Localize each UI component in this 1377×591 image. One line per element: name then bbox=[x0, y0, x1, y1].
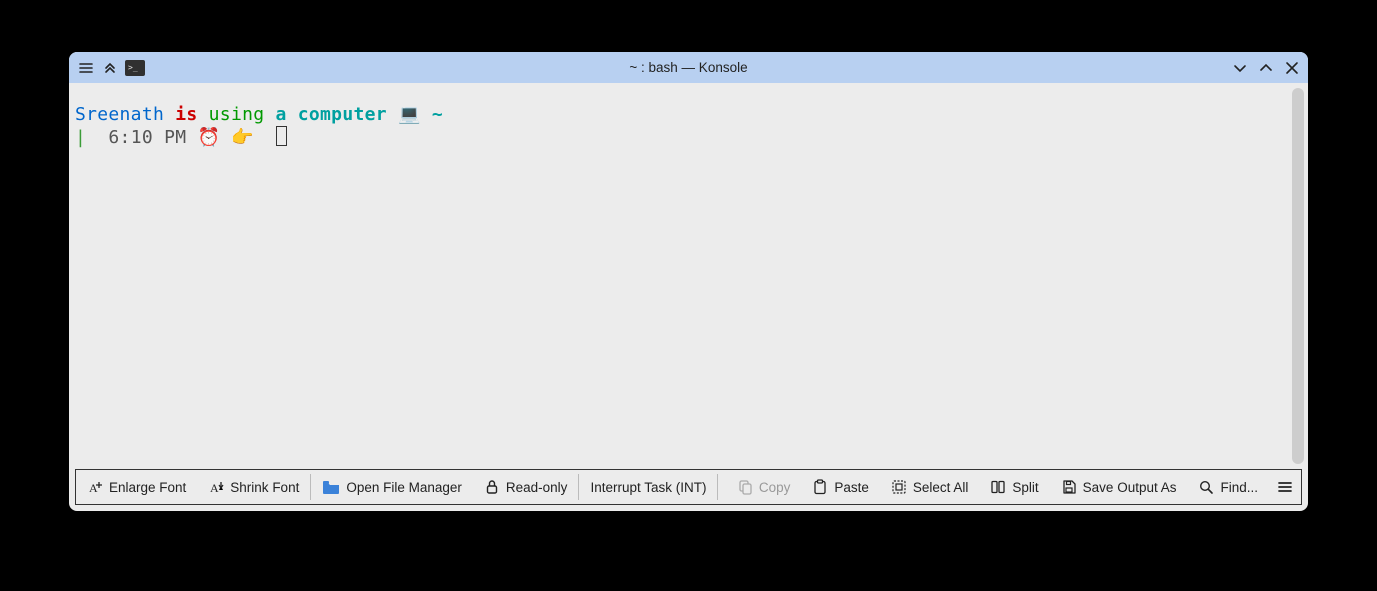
app-menu-button[interactable] bbox=[77, 59, 95, 77]
toolbar-spacer bbox=[718, 470, 725, 504]
app-icon: >_ bbox=[125, 60, 145, 76]
copy-icon bbox=[737, 479, 753, 495]
minimize-button[interactable] bbox=[1232, 60, 1248, 76]
toolbar-label: Select All bbox=[913, 480, 969, 495]
open-file-manager-button[interactable]: Open File Manager bbox=[311, 470, 473, 504]
close-button[interactable] bbox=[1284, 60, 1300, 76]
toolbar-label: Paste bbox=[834, 480, 869, 495]
toolbar-label: Save Output As bbox=[1083, 480, 1177, 495]
bottom-toolbar: A Enlarge Font A Shrink Font Open File M… bbox=[75, 469, 1302, 505]
prompt-line-1: Sreenath is using a computer 💻 ~ bbox=[75, 103, 1286, 126]
scrollbar[interactable] bbox=[1292, 88, 1304, 464]
prompt-a-computer: a computer bbox=[264, 104, 398, 125]
paste-button[interactable]: Paste bbox=[801, 470, 880, 504]
prompt-tilde: ~ bbox=[421, 104, 443, 125]
svg-text:A: A bbox=[89, 481, 98, 495]
read-only-button[interactable]: Read-only bbox=[473, 470, 579, 504]
toolbar-label: Read-only bbox=[506, 480, 568, 495]
toolbar-label: Split bbox=[1012, 480, 1038, 495]
window-title: ~ : bash — Konsole bbox=[629, 60, 747, 75]
shrink-font-icon: A bbox=[208, 479, 224, 495]
prompt-pipe: | bbox=[75, 127, 97, 148]
terminal-cursor bbox=[276, 126, 287, 146]
save-icon bbox=[1061, 479, 1077, 495]
paste-icon bbox=[812, 479, 828, 495]
toolbar-label: Copy bbox=[759, 480, 791, 495]
save-output-button[interactable]: Save Output As bbox=[1050, 470, 1188, 504]
prompt-user: Sreenath bbox=[75, 104, 164, 125]
copy-button[interactable]: Copy bbox=[726, 470, 802, 504]
terminal-content[interactable]: Sreenath is using a computer 💻 ~ | 6:10 … bbox=[69, 83, 1292, 469]
expand-up-button[interactable] bbox=[101, 59, 119, 77]
toolbar-label: Find... bbox=[1220, 480, 1258, 495]
find-button[interactable]: Find... bbox=[1187, 470, 1269, 504]
prompt-time: 6:10 PM bbox=[97, 127, 197, 148]
split-button[interactable]: Split bbox=[979, 470, 1049, 504]
split-icon bbox=[990, 479, 1006, 495]
select-all-button[interactable]: Select All bbox=[880, 470, 980, 504]
titlebar-left: >_ bbox=[77, 59, 145, 77]
titlebar: >_ ~ : bash — Konsole bbox=[69, 52, 1308, 83]
folder-icon bbox=[322, 480, 340, 494]
toolbar-label: Shrink Font bbox=[230, 480, 299, 495]
toolbar-overflow-button[interactable] bbox=[1269, 470, 1301, 504]
search-icon bbox=[1198, 479, 1214, 495]
terminal-area[interactable]: Sreenath is using a computer 💻 ~ | 6:10 … bbox=[69, 83, 1308, 469]
titlebar-right bbox=[1232, 60, 1300, 76]
hamburger-icon bbox=[1277, 479, 1293, 495]
toolbar-label: Open File Manager bbox=[346, 480, 462, 495]
prompt-is: is bbox=[175, 104, 197, 125]
maximize-button[interactable] bbox=[1258, 60, 1274, 76]
svg-text:A: A bbox=[210, 481, 219, 495]
prompt-line-2: | 6:10 PM ⏰ 👉 bbox=[75, 126, 1286, 149]
toolbar-label: Interrupt Task (INT) bbox=[590, 480, 706, 495]
hand-emoji: 👉 bbox=[220, 127, 265, 148]
konsole-window: >_ ~ : bash — Konsole Sreenath is using … bbox=[69, 52, 1308, 511]
prompt-using: using bbox=[209, 104, 265, 125]
lock-icon bbox=[484, 479, 500, 495]
interrupt-task-button[interactable]: Interrupt Task (INT) bbox=[579, 470, 717, 504]
enlarge-font-icon: A bbox=[87, 479, 103, 495]
toolbar-label: Enlarge Font bbox=[109, 480, 186, 495]
shrink-font-button[interactable]: A Shrink Font bbox=[197, 470, 310, 504]
select-all-icon bbox=[891, 479, 907, 495]
clock-emoji: ⏰ bbox=[198, 127, 221, 148]
laptop-emoji: 💻 bbox=[398, 104, 421, 125]
enlarge-font-button[interactable]: A Enlarge Font bbox=[76, 470, 197, 504]
